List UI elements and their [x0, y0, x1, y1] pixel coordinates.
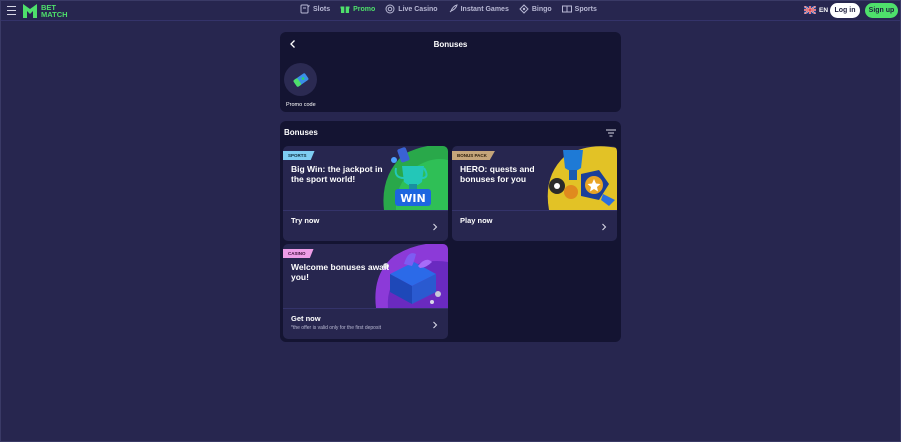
login-button[interactable]: Log in: [830, 3, 860, 18]
nav-slots-label: Slots: [313, 5, 331, 13]
bingo-icon: [519, 4, 529, 14]
top-header: BET MATCH Slots Promo Live Casino Instan…: [1, 1, 900, 21]
ticket-icon: [293, 72, 308, 87]
rocket-icon: [449, 4, 458, 13]
nav-sports-label: Sports: [574, 5, 597, 13]
bonus-pack-tag: BONUS PACK: [452, 151, 495, 160]
language-selector[interactable]: EN: [804, 6, 828, 14]
chip-icon: [385, 4, 395, 14]
promo-code-tile[interactable]: Promo code: [284, 63, 318, 108]
bonus-card-sports[interactable]: WIN SPORTS Big Win: the jackpot in the s…: [283, 146, 448, 241]
page-title: Bonuses: [433, 40, 468, 49]
nav-sports[interactable]: Sports: [561, 4, 597, 14]
nav-live-casino[interactable]: Live Casino: [385, 4, 438, 14]
card-divider: [283, 308, 448, 309]
card-divider: [283, 210, 448, 211]
try-now-link[interactable]: Try now: [291, 216, 319, 225]
menu-icon[interactable]: [7, 6, 16, 15]
main-nav: Slots Promo Live Casino Instant Games Bi…: [300, 4, 597, 14]
nav-promo-label: Promo: [353, 5, 376, 13]
win-art-text: WIN: [400, 192, 425, 205]
promo-code-label: Promo code: [286, 102, 316, 108]
logo-line-2: MATCH: [41, 10, 68, 19]
nav-promo[interactable]: Promo: [340, 4, 375, 14]
get-now-link[interactable]: Get now: [291, 314, 321, 323]
logo-text: BET MATCH: [41, 4, 68, 19]
nav-instant-games[interactable]: Instant Games: [448, 4, 509, 14]
bonuses-header-panel: Bonuses Promo code: [280, 32, 621, 112]
bonuses-panel: Bonuses WIN SPORTS Big Win: the jackpot …: [280, 121, 621, 342]
slots-icon: [300, 4, 310, 14]
uk-flag-icon: [804, 6, 816, 14]
logo-icon: [23, 4, 37, 18]
sports-icon: [561, 5, 572, 13]
casino-tag: CASINO: [283, 249, 314, 258]
nav-instant-games-label: Instant Games: [460, 5, 509, 13]
nav-bingo[interactable]: Bingo: [519, 4, 552, 14]
filter-icon[interactable]: [606, 129, 616, 137]
bonuses-section-title: Bonuses: [284, 128, 318, 137]
logo[interactable]: BET MATCH: [22, 2, 68, 20]
nav-slots[interactable]: Slots: [300, 4, 330, 14]
chevron-right-icon[interactable]: [601, 223, 607, 231]
chevron-right-icon[interactable]: [432, 321, 438, 329]
promo-code-circle: [284, 63, 317, 96]
nav-bingo-label: Bingo: [531, 5, 552, 13]
chevron-right-icon[interactable]: [432, 223, 438, 231]
card-title: Big Win: the jackpot in the sport world!: [291, 164, 383, 184]
play-now-link[interactable]: Play now: [460, 216, 493, 225]
offer-note: *the offer is valid only for the first d…: [291, 325, 381, 331]
language-label: EN: [819, 6, 829, 14]
nav-live-casino-label: Live Casino: [398, 5, 438, 13]
card-title: HERO: quests and bonuses for you: [460, 164, 535, 184]
sports-tag: SPORTS: [283, 151, 315, 160]
bonus-card-casino[interactable]: CASINO Welcome bonuses await you! Get no…: [283, 244, 448, 339]
card-divider: [452, 210, 617, 211]
card-title: Welcome bonuses await you!: [291, 262, 390, 282]
gift-icon: [340, 6, 350, 13]
signup-button[interactable]: Sign up: [865, 3, 898, 18]
bonus-card-hero[interactable]: BONUS PACK HERO: quests and bonuses for …: [452, 146, 617, 241]
